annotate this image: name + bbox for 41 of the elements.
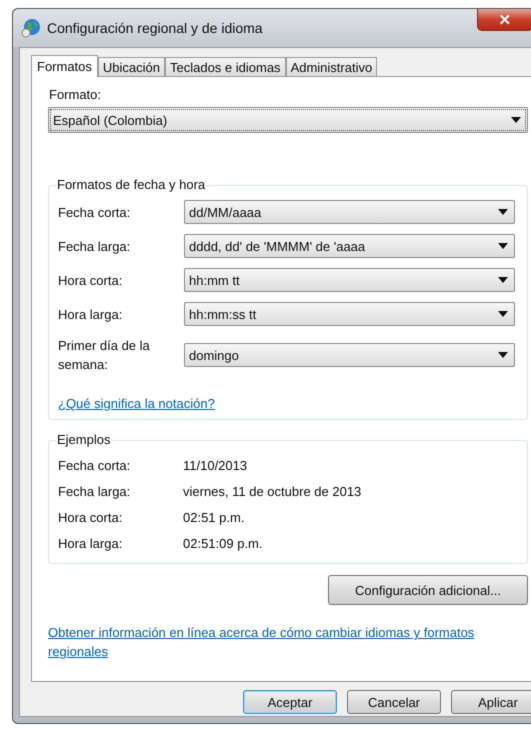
caret-icon (498, 209, 508, 215)
field-label: Fecha corta: (58, 204, 132, 222)
format-dropdown[interactable]: hh:mm tt (184, 268, 515, 292)
additional-settings-button[interactable]: Configuración adicional... (328, 575, 528, 605)
example-label: Hora larga: (58, 536, 124, 551)
dialog-button[interactable]: Aplicar (451, 690, 531, 714)
notation-link[interactable]: ¿Qué significa la notación? (58, 396, 215, 411)
format-label: Formato: (49, 87, 102, 102)
format-dropdown[interactable]: dddd, dd' de 'MMMM' de 'aaaa (184, 234, 515, 258)
online-help-link[interactable]: Obtener información en línea acerca de cómo cambiar idiomas y formatos regionales (48, 623, 528, 661)
example-value: 02:51 p.m. (183, 510, 244, 525)
example-value: 02:51:09 p.m. (183, 536, 262, 551)
caret-icon (511, 117, 521, 123)
tab[interactable]: Formatos (31, 55, 98, 77)
tab[interactable]: Administrativo (286, 57, 378, 76)
field-label: Hora larga: (58, 306, 124, 324)
example-value: 11/10/2013 (183, 458, 248, 473)
example-value: viernes, 11 de octubre de 2013 (183, 484, 362, 499)
group-title: Formatos de fecha y hora (57, 177, 208, 192)
group-title: Ejemplos (57, 432, 112, 447)
dialog-button[interactable]: Aceptar (243, 690, 337, 714)
field-label: Hora corta: (58, 272, 124, 290)
format-dropdown[interactable]: hh:mm:ss tt (184, 302, 515, 326)
caret-icon (498, 277, 508, 283)
format-dropdown[interactable]: dd/MM/aaaa (184, 200, 515, 224)
tab[interactable]: Ubicación (98, 57, 165, 76)
tab[interactable]: Teclados e idiomas (165, 57, 286, 76)
dialog-button[interactable]: Cancelar (347, 690, 441, 714)
format-dropdown[interactable]: domingo (184, 343, 515, 367)
example-label: Hora corta: (58, 510, 124, 525)
example-label: Fecha larga: (58, 484, 132, 499)
globe-icon (21, 18, 41, 38)
example-label: Fecha corta: (58, 458, 132, 473)
caret-icon (498, 311, 508, 317)
field-label: Fecha larga: (58, 238, 132, 256)
caret-icon (498, 352, 508, 358)
caret-icon (498, 243, 508, 249)
field-label: Primer día de la semana: (58, 337, 151, 374)
window-title: Configuración regional y de idioma (47, 20, 263, 36)
format-dropdown[interactable]: Español (Colombia) (48, 107, 528, 133)
close-button[interactable]: ✕ (477, 9, 531, 31)
